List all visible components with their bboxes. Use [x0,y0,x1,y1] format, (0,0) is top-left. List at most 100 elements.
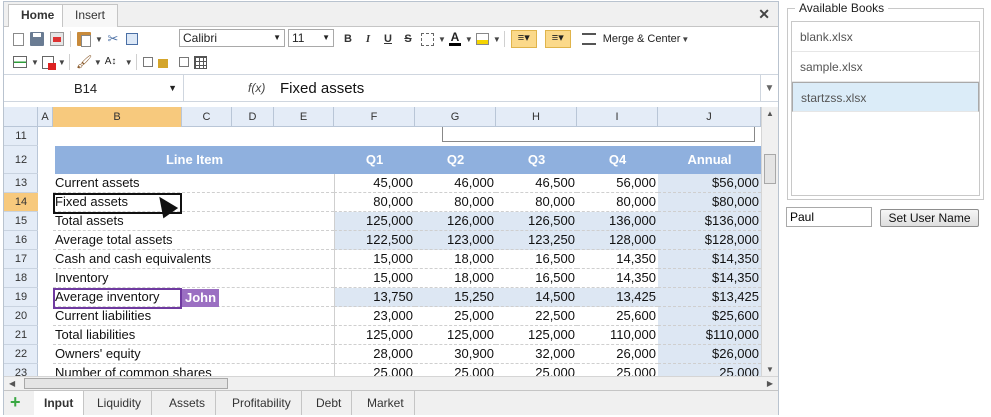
tab-insert[interactable]: Insert [62,4,119,27]
value-cell[interactable]: 15,000 [334,250,415,269]
wrap-text-icon[interactable] [581,33,596,45]
strikethrough-button[interactable]: S [398,33,418,45]
row-label-cell[interactable]: Inventory [53,269,334,288]
column-header-d[interactable]: D [232,107,274,127]
bold-button[interactable]: B [338,33,358,45]
border-dropdown-icon[interactable]: ▼ [438,35,446,44]
value-cell[interactable]: 15,000 [334,269,415,288]
italic-button[interactable]: I [358,33,378,45]
row-label-cell[interactable]: Cash and cash equivalents [53,250,334,269]
column-header-c[interactable]: C [182,107,232,127]
value-cell[interactable]: 126,000 [415,212,496,231]
row-header-22[interactable]: 22 [4,345,38,364]
value-cell[interactable]: 45,000 [334,174,415,193]
column-header-g[interactable]: G [415,107,496,127]
value-cell[interactable]: 16,500 [496,269,577,288]
value-cell[interactable]: 56,000 [577,174,658,193]
horizontal-scrollbar[interactable]: ◀ ▶ [4,376,778,390]
font-color-dropdown-icon[interactable]: ▼ [465,35,473,44]
value-cell[interactable]: 123,000 [415,231,496,250]
row-label-cell[interactable]: Owners' equity [53,345,334,364]
value-cell[interactable]: 80,000 [334,193,415,212]
formula-input[interactable]: Fixed assets [280,80,364,97]
sort-dropdown-icon[interactable]: ▼ [125,58,133,67]
value-cell[interactable]: $26,000 [658,345,761,364]
value-cell[interactable]: $136,000 [658,212,761,231]
column-header-h[interactable]: H [496,107,577,127]
value-cell[interactable]: 46,500 [496,174,577,193]
cut-icon[interactable]: ✂ [106,32,120,46]
insert-dropdown-icon[interactable]: ▼ [31,58,39,67]
value-cell[interactable]: 25,000 [415,364,496,376]
fill-color-icon[interactable] [475,33,489,45]
value-cell[interactable]: $56,000 [658,174,761,193]
value-cell[interactable]: 80,000 [415,193,496,212]
merge-dropdown-icon[interactable]: ▼ [681,35,689,44]
sheet-tab-liquidity[interactable]: Liquidity [87,391,153,415]
font-color-icon[interactable]: A [448,31,461,46]
value-cell[interactable]: 25,000 [496,364,577,376]
save-icon[interactable] [30,32,44,46]
row-header-12[interactable]: 12 [4,146,38,174]
column-header-e[interactable]: E [274,107,334,127]
value-cell[interactable]: 25,600 [577,307,658,326]
gridlines-checkbox[interactable] [178,57,189,67]
delete-row-icon[interactable] [41,55,56,70]
value-cell[interactable]: 28,000 [334,345,415,364]
format-painter-icon[interactable]: 🖌 [76,55,93,69]
row-label-cell[interactable]: Total assets [53,212,334,231]
column-header-a[interactable]: A [38,107,53,127]
table-header-cell[interactable]: Q2 [415,146,496,174]
row-header-13[interactable]: 13 [4,174,38,193]
scroll-down-icon[interactable]: ▼ [766,365,774,374]
font-size-select[interactable]: 11 ▼ [288,29,334,47]
value-cell[interactable]: 18,000 [415,250,496,269]
lock-icon[interactable] [157,59,168,68]
merge-center-button[interactable]: Merge & Center [603,33,681,45]
sheet-tab-debt[interactable]: Debt [306,391,353,415]
delete-dropdown-icon[interactable]: ▼ [58,58,66,67]
value-cell[interactable]: $25,600 [658,307,761,326]
table-header-cell[interactable]: Q1 [334,146,415,174]
tab-home[interactable]: Home [8,4,68,28]
scroll-right-icon[interactable]: ▶ [767,379,773,388]
protect-checkbox[interactable] [142,57,153,67]
row-label-cell[interactable]: Average total assets [53,231,334,250]
value-cell[interactable]: $14,350 [658,250,761,269]
insert-row-icon[interactable] [13,56,27,68]
value-cell[interactable]: 26,000 [577,345,658,364]
add-sheet-icon[interactable]: + [10,393,21,411]
row-header-16[interactable]: 16 [4,231,38,250]
row-header-21[interactable]: 21 [4,326,38,345]
name-box[interactable]: B14 ▼ [4,75,184,102]
horizontal-align-button[interactable]: ≡▾ [544,30,571,48]
row-header-15[interactable]: 15 [4,212,38,231]
column-header-i[interactable]: I [577,107,658,127]
value-cell[interactable]: 125,000 [334,212,415,231]
gridlines-icon[interactable] [193,55,207,69]
value-cell[interactable]: $13,425 [658,288,761,307]
value-cell[interactable]: 25,000 [415,307,496,326]
book-item[interactable]: sample.xlsx [792,52,979,82]
value-cell[interactable]: 16,500 [496,250,577,269]
select-all-corner[interactable] [4,107,38,127]
value-cell[interactable]: $110,000 [658,326,761,345]
font-family-select[interactable]: Calibri ▼ [179,29,285,47]
sheet-grid[interactable]: ABCDEFGHIJ 11 12 13 14 15 16 17 18 19 20 21 22 23 Li… [4,107,761,376]
scroll-left-icon[interactable]: ◀ [9,379,15,388]
row-label-cell[interactable]: Current liabilities [53,307,334,326]
value-cell[interactable]: 110,000 [577,326,658,345]
book-item[interactable]: startzss.xlsx [792,82,979,112]
value-cell[interactable]: 14,350 [577,269,658,288]
vertical-scroll-thumb[interactable] [764,154,776,184]
value-cell[interactable]: 80,000 [577,193,658,212]
value-cell[interactable]: 23,000 [334,307,415,326]
formula-expand-icon[interactable]: ▼ [760,75,778,102]
table-header-cell[interactable]: Q3 [496,146,577,174]
value-cell[interactable]: 25,000 [577,364,658,376]
row-header-23[interactable]: 23 [4,364,38,376]
value-cell[interactable]: 13,750 [334,288,415,307]
value-cell[interactable]: 80,000 [496,193,577,212]
row-label-cell[interactable]: Current assets [53,174,334,193]
value-cell[interactable]: 126,500 [496,212,577,231]
